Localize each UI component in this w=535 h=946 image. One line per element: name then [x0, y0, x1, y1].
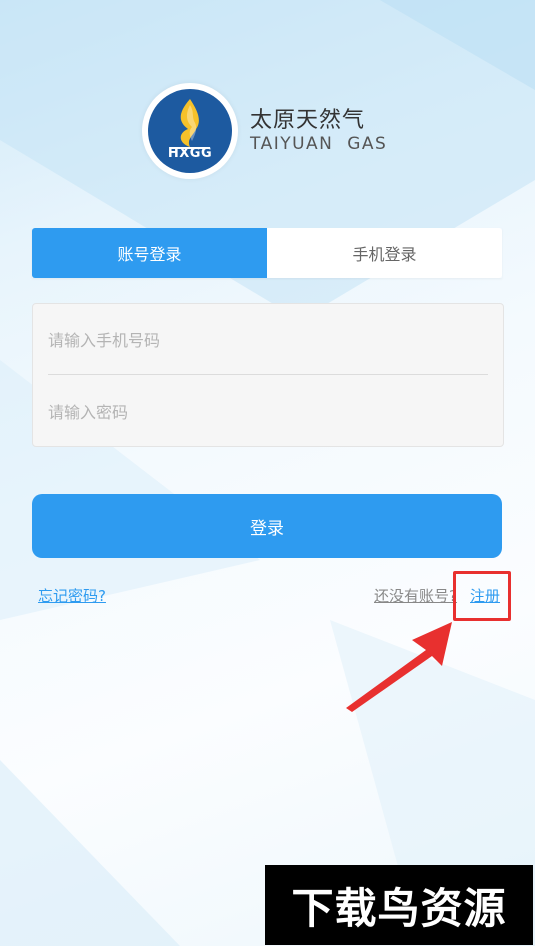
annotation-arrow-icon — [346, 622, 452, 712]
watermark-banner: 下载鸟资源 — [265, 865, 533, 945]
